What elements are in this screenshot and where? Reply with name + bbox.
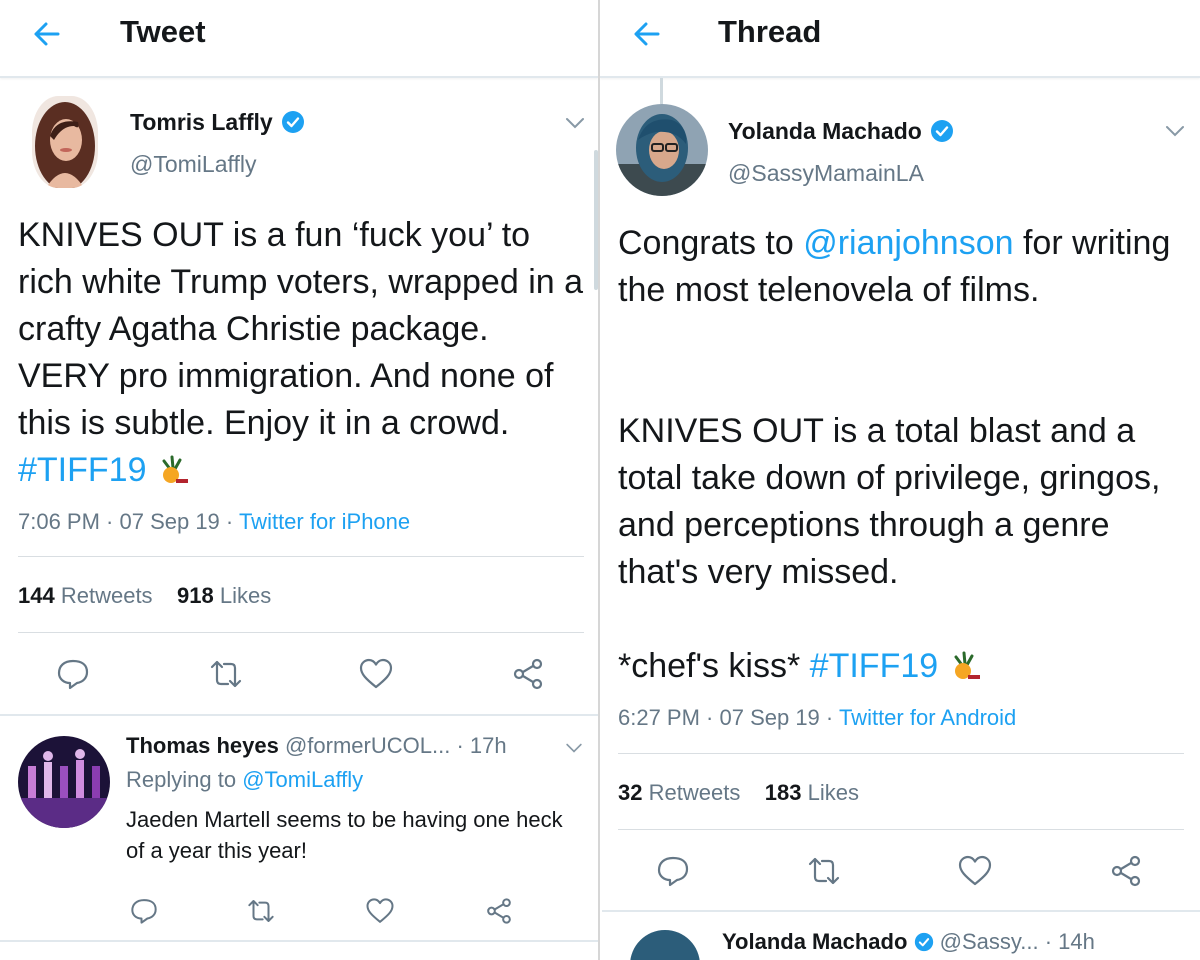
hashtag-link[interactable]: #TIFF19 — [810, 647, 938, 685]
divider — [18, 556, 584, 557]
chevron-down-icon[interactable] — [1164, 124, 1186, 138]
tiff-emoji-icon — [954, 651, 981, 679]
reply-timestamp[interactable]: · 17h — [456, 733, 506, 758]
tweet-meta: 7:06 PM · 07 Sep 19 · Twitter for iPhone — [18, 508, 410, 536]
avatar[interactable] — [616, 104, 708, 196]
author-handle[interactable]: @SassyMamainLA — [728, 159, 924, 187]
reply-author-name[interactable]: Thomas heyes — [126, 733, 279, 758]
author-name[interactable]: Yolanda Machado — [728, 117, 922, 145]
retweets-count: 32 — [618, 780, 643, 805]
share-icon[interactable] — [484, 896, 514, 926]
reply-text: Jaeden Martell seems to be having one he… — [126, 807, 563, 863]
verified-badge-icon — [930, 120, 953, 142]
author-row[interactable]: Tomris Laffly — [130, 108, 305, 136]
reply-avatar[interactable] — [18, 736, 110, 828]
next-tweet-header: Yolanda Machado @Sassy... · 14h — [722, 928, 1095, 956]
tweet-timestamp[interactable]: 6:27 PM · 07 Sep 19 · — [618, 705, 839, 730]
reply-author-handle[interactable]: @formerUCOL... — [285, 733, 450, 758]
reply-icon[interactable] — [129, 896, 159, 926]
next-tweet-author[interactable]: Yolanda Machado — [722, 929, 907, 954]
like-icon[interactable] — [957, 853, 993, 889]
tweet-meta: 6:27 PM · 07 Sep 19 · Twitter for Androi… — [618, 704, 1016, 732]
tiff-emoji-icon — [162, 455, 189, 483]
avatar[interactable] — [32, 96, 98, 188]
divider — [0, 940, 598, 942]
divider — [618, 753, 1184, 754]
likes-stat[interactable]: 918 Likes — [177, 583, 271, 608]
tweet-text: KNIVES OUT is a fun ‘fuck you’ to rich w… — [18, 212, 588, 494]
tweet-header: Tweet — [0, 0, 598, 78]
next-tweet-handle[interactable]: @Sassy... — [940, 929, 1039, 954]
retweets-label: Retweets — [60, 583, 153, 608]
likes-stat[interactable]: 183 Likes — [765, 780, 859, 805]
author-name[interactable]: Tomris Laffly — [130, 108, 273, 136]
tweet-text-body: KNIVES OUT is a fun ‘fuck you’ to rich w… — [18, 216, 593, 442]
tweet-paragraph: KNIVES OUT is a total blast and a total … — [618, 412, 1170, 591]
mention-link[interactable]: @rianjohnson — [803, 224, 1013, 262]
tweet-text-intro: Congrats to — [618, 224, 804, 262]
reply-header: Thomas heyes @formerUCOL... · 17h — [126, 732, 507, 760]
back-arrow-icon[interactable] — [28, 14, 68, 54]
tweet-timestamp[interactable]: 7:06 PM · 07 Sep 19 · — [18, 509, 239, 534]
retweets-label: Retweets — [648, 780, 741, 805]
page-title: Tweet — [120, 14, 206, 49]
next-tweet-age[interactable]: · 14h — [1045, 929, 1095, 954]
engagement-counts: 144 Retweets 918 Likes — [18, 582, 271, 610]
divider — [18, 632, 584, 633]
replying-to: Replying to @TomiLaffly — [126, 766, 363, 794]
tweet-panel: Tweet Tomris Laffly @TomiLaffly KNIVES O… — [0, 0, 600, 960]
chevron-down-icon[interactable] — [564, 742, 584, 754]
like-icon[interactable] — [365, 896, 395, 926]
retweet-icon[interactable] — [246, 896, 276, 926]
verified-badge-icon — [914, 932, 933, 952]
likes-count: 918 — [177, 583, 214, 608]
back-arrow-icon[interactable] — [628, 14, 668, 54]
thread-connector — [660, 78, 663, 104]
verified-badge-icon — [281, 111, 304, 133]
share-icon[interactable] — [1108, 853, 1144, 889]
retweets-stat[interactable]: 144 Retweets — [18, 583, 153, 608]
divider — [618, 829, 1184, 830]
tweet-paragraph: *chef's kiss* #TIFF19 — [618, 643, 1188, 690]
tweet-source-link[interactable]: Twitter for Android — [839, 705, 1016, 730]
retweets-stat[interactable]: 32 Retweets — [618, 780, 740, 805]
retweets-count: 144 — [18, 583, 55, 608]
divider — [0, 714, 598, 716]
engagement-counts: 32 Retweets 183 Likes — [618, 779, 859, 807]
divider — [602, 910, 1200, 912]
replying-to-link[interactable]: @TomiLaffly — [242, 767, 363, 792]
replying-prefix: Replying to — [126, 767, 243, 792]
likes-label: Likes — [807, 780, 859, 805]
likes-count: 183 — [764, 780, 802, 805]
author-handle[interactable]: @TomiLaffly — [130, 150, 256, 178]
share-icon[interactable] — [510, 656, 546, 692]
tweet-text-kiss: *chef's kiss* — [618, 647, 810, 685]
retweet-icon[interactable] — [806, 853, 842, 889]
page-title: Thread — [718, 14, 822, 49]
chevron-down-icon[interactable] — [564, 116, 586, 130]
likes-label: Likes — [219, 583, 272, 608]
scrollbar[interactable] — [594, 150, 598, 290]
author-row[interactable]: Yolanda Machado — [728, 117, 954, 145]
like-icon[interactable] — [358, 656, 394, 692]
tweet-text: Congrats to @rianjohnson for writing the… — [618, 220, 1188, 314]
tweet-source-link[interactable]: Twitter for iPhone — [239, 509, 410, 534]
reply-icon[interactable] — [655, 853, 691, 889]
thread-header: Thread — [600, 0, 1200, 78]
hashtag-link[interactable]: #TIFF19 — [18, 451, 146, 489]
retweet-icon[interactable] — [208, 656, 244, 692]
reply-icon[interactable] — [55, 656, 91, 692]
